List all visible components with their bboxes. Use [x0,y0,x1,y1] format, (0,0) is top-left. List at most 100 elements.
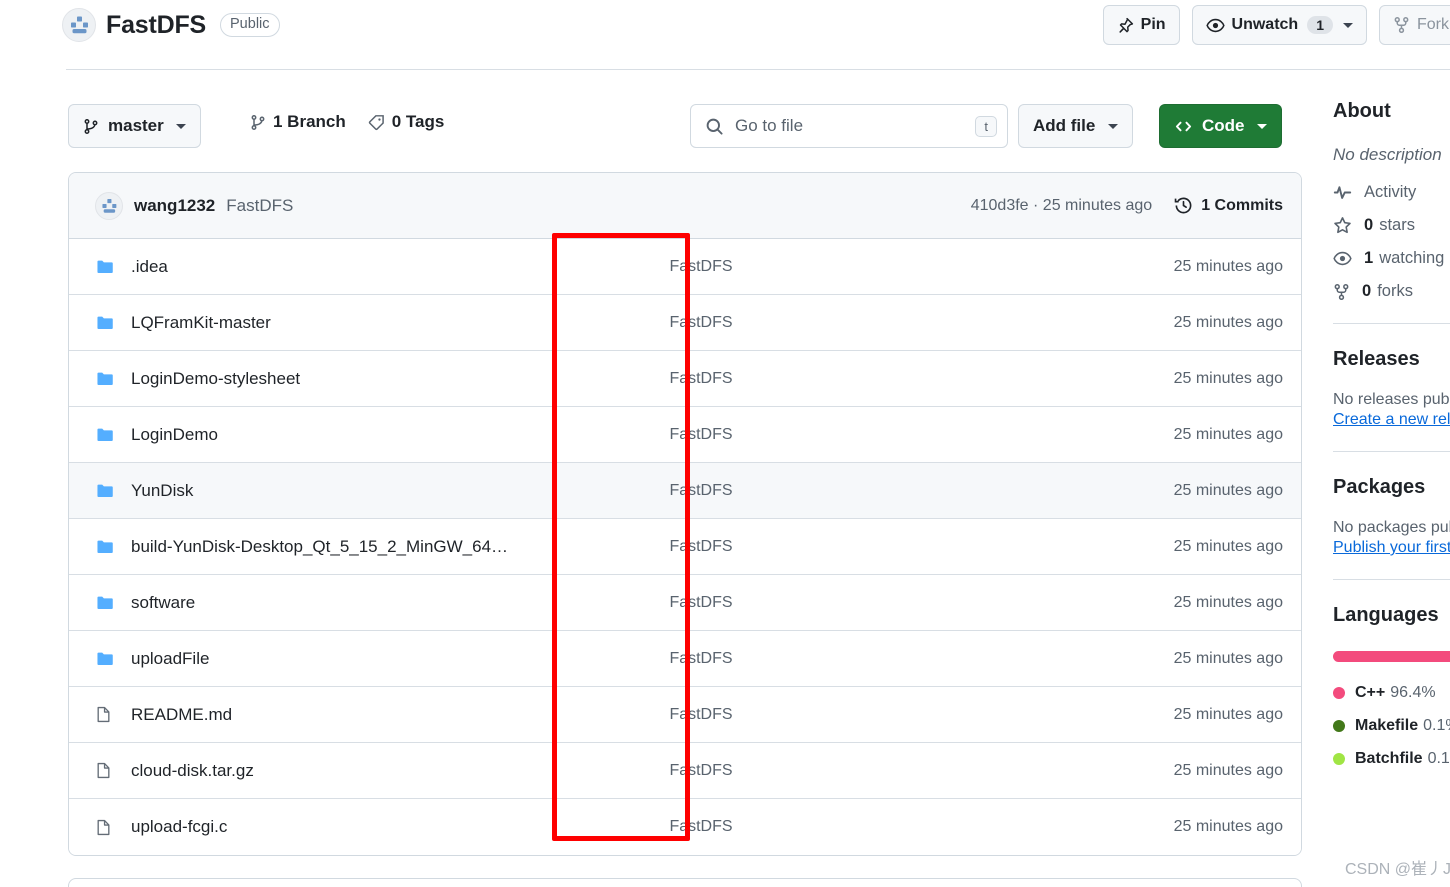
table-row[interactable]: .idea FastDFS 25 minutes ago [69,239,1301,295]
sidebar-item-forks[interactable]: 0 forks [1333,282,1450,301]
header-divider [66,69,1450,70]
code-button[interactable]: Code [1159,104,1282,148]
last-commit-message[interactable]: FastDFS [551,370,851,388]
file-name-link[interactable]: .idea [131,257,551,277]
tag-count-link[interactable]: 0 Tags [368,112,445,132]
tag-count-label: 0 Tags [391,112,445,131]
last-commit-message[interactable]: FastDFS [551,594,851,612]
last-commit-time: 25 minutes ago [1173,705,1283,723]
pulse-icon [1333,183,1352,202]
last-commit-time: 25 minutes ago [1173,369,1283,387]
language-item[interactable]: Makefile0.1% [1333,717,1450,735]
chevron-down-icon [175,123,186,129]
table-row[interactable]: cloud-disk.tar.gz FastDFS 25 minutes ago [69,743,1301,799]
file-name-link[interactable]: uploadFile [131,649,551,669]
file-name-link[interactable]: LQFramKit-master [131,313,551,333]
branch-count-link[interactable]: 1 Branch [250,112,346,132]
file-name-link[interactable]: LoginDemo-stylesheet [131,369,551,389]
table-row[interactable]: upload-fcgi.c FastDFS 25 minutes ago [69,799,1301,855]
last-commit-time: 25 minutes ago [1173,257,1283,275]
table-row[interactable]: YunDisk FastDFS 25 minutes ago [69,463,1301,519]
create-release-link[interactable]: Create a new release [1333,411,1450,429]
packages-section: Packages No packages published Publish y… [1333,476,1450,557]
table-row[interactable]: README.md FastDFS 25 minutes ago [69,687,1301,743]
history-clock-icon [1174,196,1193,215]
go-to-file-input[interactable]: Go to file t [690,104,1008,148]
repo-action-buttons: Pin Unwatch 1 Fork [1102,5,1450,45]
star-icon [1333,216,1352,235]
sidebar-item-stars[interactable]: 0 stars [1333,216,1450,235]
commit-sha-and-time[interactable]: 410d3fe · 25 minutes ago [971,197,1152,215]
fork-label: Fork [1417,16,1449,33]
folder-icon [95,370,131,388]
table-row[interactable]: build-YunDisk-Desktop_Qt_5_15_2_MinGW_64… [69,519,1301,575]
folder-icon [95,426,131,444]
releases-empty-text: No releases published [1333,391,1450,408]
commits-count-label: 1 Commits [1201,196,1283,214]
last-commit-message[interactable]: FastDFS [551,818,851,836]
language-name: Batchfile [1355,750,1423,767]
file-name-link[interactable]: cloud-disk.tar.gz [131,761,551,781]
repo-sidebar: About No description Activity 0 stars 1 … [1333,100,1450,768]
fork-icon [1393,16,1410,34]
file-name-link[interactable]: README.md [131,705,551,725]
file-name-link[interactable]: YunDisk [131,481,551,501]
last-commit-message[interactable]: FastDFS [551,650,851,668]
table-row[interactable]: LQFramKit-master FastDFS 25 minutes ago [69,295,1301,351]
about-description: No description [1333,145,1442,164]
sidebar-divider [1333,323,1450,324]
publish-package-link[interactable]: Publish your first package [1333,539,1450,557]
activity-label: Activity [1364,183,1417,201]
last-commit-message[interactable]: FastDFS [551,706,851,724]
last-commit-message[interactable]: FastDFS [551,426,851,444]
language-bar-segment [1333,651,1450,662]
last-commit-time: 25 minutes ago [1173,818,1283,835]
last-commit-time: 25 minutes ago [1173,425,1283,443]
github-repo-page: FastDFS Public Pin Unwatch 1 Fork master… [0,0,1450,887]
table-row[interactable]: software FastDFS 25 minutes ago [69,575,1301,631]
add-file-button[interactable]: Add file [1018,104,1134,148]
file-name-link[interactable]: build-YunDisk-Desktop_Qt_5_15_2_MinGW_64… [131,537,551,557]
language-list: C++96.4% Makefile0.1% Batchfile0.1% [1333,684,1450,768]
commit-author-name[interactable]: wang1232 [134,196,215,216]
forks-label: forks [1377,282,1413,300]
last-commit-message[interactable]: FastDFS [551,314,851,332]
sidebar-item-activity[interactable]: Activity [1333,183,1450,202]
language-name: Makefile [1355,717,1419,734]
unwatch-button[interactable]: Unwatch 1 [1191,5,1367,45]
file-rows-container: .idea FastDFS 25 minutes ago LQFramKit-mast… [69,239,1301,855]
repo-name[interactable]: FastDFS [106,11,206,40]
pin-button[interactable]: Pin [1102,5,1180,45]
branch-name-label: master [108,116,164,135]
commit-message[interactable]: FastDFS [226,196,293,216]
language-item[interactable]: Batchfile0.1% [1333,750,1450,768]
language-color-dot [1333,753,1345,765]
file-name-link[interactable]: upload-fcgi.c [131,817,551,837]
folder-icon [95,314,131,332]
table-row[interactable]: LoginDemo FastDFS 25 minutes ago [69,407,1301,463]
file-name-link[interactable]: LoginDemo [131,425,551,445]
last-commit-message[interactable]: FastDFS [551,258,851,276]
branch-selector-button[interactable]: master [68,104,201,148]
search-shortcut-key: t [975,115,997,137]
file-name-link[interactable]: software [131,593,551,613]
sidebar-item-watching[interactable]: 1 watching [1333,249,1450,268]
add-file-label: Add file [1033,116,1096,135]
folder-icon [95,650,131,668]
chevron-down-icon [1343,22,1353,28]
table-row[interactable]: LoginDemo-stylesheet FastDFS 25 minutes ag… [69,351,1301,407]
last-commit-message[interactable]: FastDFS [551,538,851,556]
language-item[interactable]: C++ 96.4% [1333,684,1450,702]
watching-label: watching [1379,249,1445,267]
readme-panel [68,878,1302,887]
last-commit-time: 25 minutes ago [1173,761,1283,779]
table-row[interactable]: uploadFile FastDFS 25 minutes ago [69,631,1301,687]
file-icon [95,761,131,780]
repo-title-group: FastDFS Public [62,8,280,42]
commits-count-link[interactable]: 1 Commits [1174,196,1283,215]
last-commit-time: 25 minutes ago [1173,593,1283,611]
last-commit-message[interactable]: FastDFS [551,482,851,500]
language-bar [1333,651,1450,662]
last-commit-message[interactable]: FastDFS [551,762,851,780]
fork-button[interactable]: Fork [1379,5,1450,45]
